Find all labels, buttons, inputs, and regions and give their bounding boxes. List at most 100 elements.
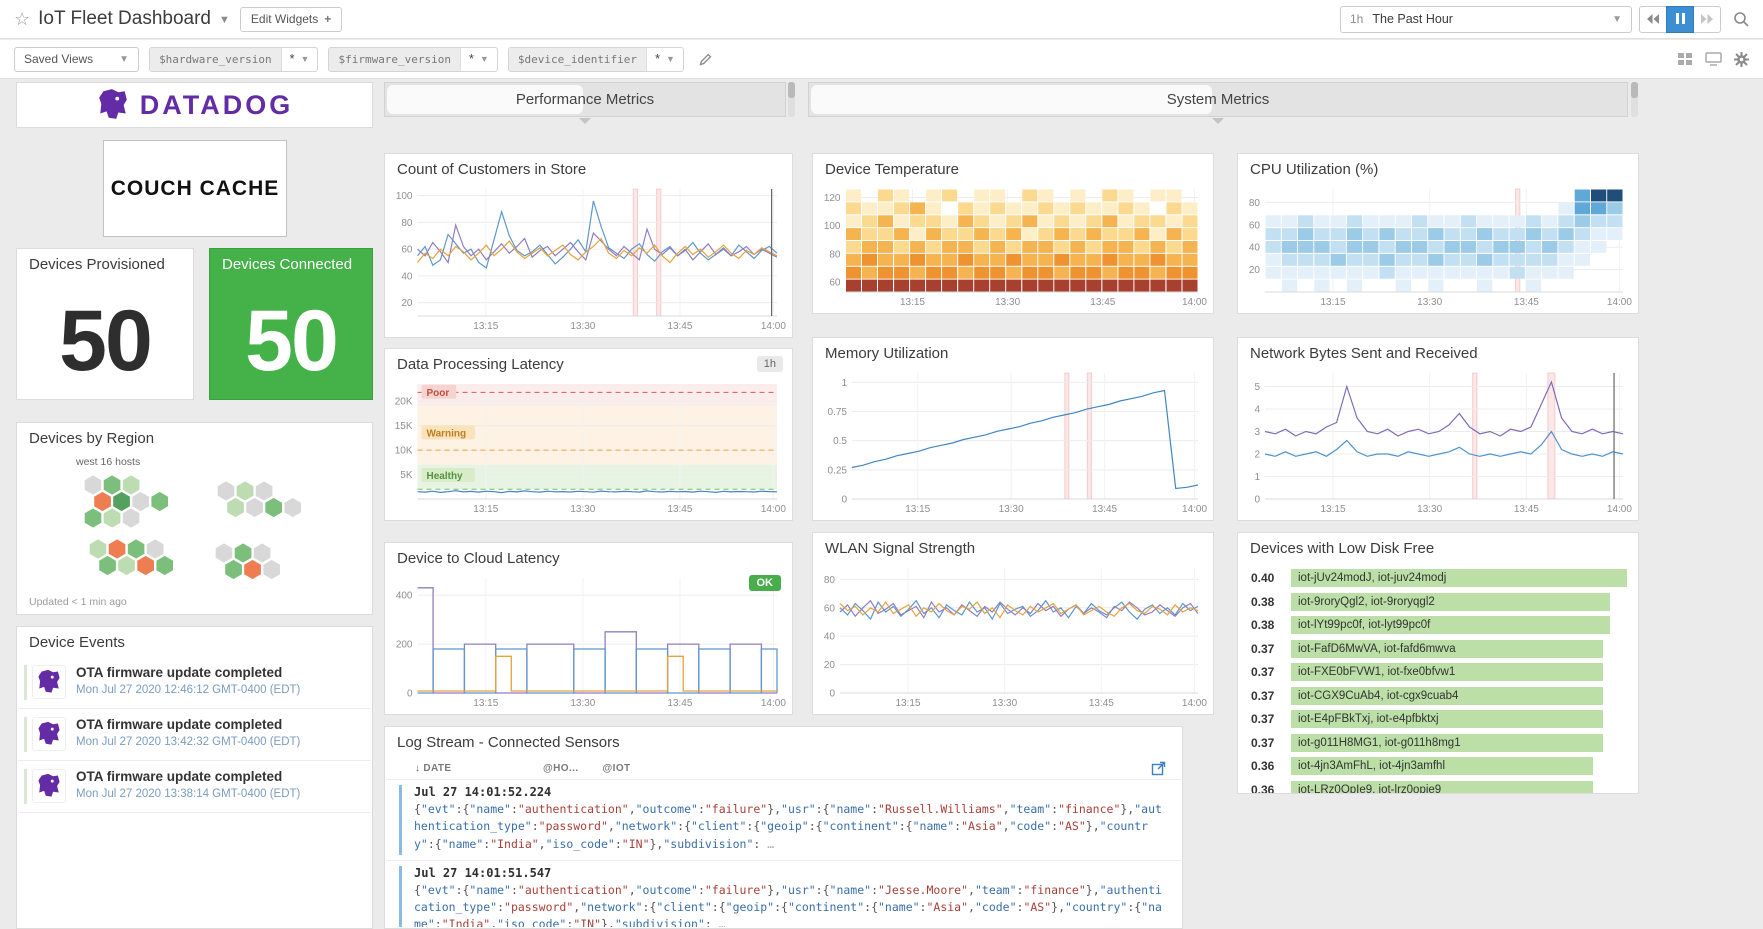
log-row[interactable]: Jul 27 14:01:52.224 {"evt":{"name":"auth… [386,779,1181,860]
host-hexagon[interactable] [234,543,252,563]
template-variable-device-identifier[interactable]: $device_identifier *▼ [508,47,684,72]
log-message: {"evt":{"name":"authentication","outcome… [414,801,1163,853]
group-scrollbar[interactable] [1631,82,1638,117]
magnifier-icon[interactable] [1733,11,1749,27]
toplist-bar[interactable]: iot-jUv24modJ, iot-juv24modj [1291,569,1627,587]
timeseries-chart[interactable]: 02040608013:1513:3013:4514:00 [814,562,1212,711]
host-hexagon[interactable] [99,555,117,575]
event-row[interactable]: OTA firmware update completed Mon Jul 27… [18,761,371,813]
host-hexagon[interactable] [225,559,243,579]
heatmap-chart[interactable]: 608010012013:1513:3013:4514:00 [814,183,1212,310]
toplist-bar[interactable]: iot-lYt99pc0f, iot-lyt99pc0f [1291,616,1610,634]
host-hexagon[interactable] [253,543,271,563]
event-row[interactable]: OTA firmware update completed Mon Jul 27… [18,709,371,761]
group-header-system-metrics[interactable]: System Metrics [808,82,1628,117]
host-hexagon[interactable] [94,491,112,511]
host-hexagon[interactable] [215,543,233,563]
host-hexagon[interactable] [122,475,140,495]
toplist-row[interactable]: 0.36 iot-LRz0OpIe9, iot-lrz0opie9 [1249,779,1627,794]
toplist-row[interactable]: 0.40 iot-jUv24modJ, iot-juv24modj [1249,568,1627,589]
open-in-log-explorer-icon[interactable] [1151,761,1166,776]
toplist-bar[interactable]: iot-4jn3AmFhL, iot-4jn3amfhl [1291,757,1593,775]
toplist-row[interactable]: 0.36 iot-4jn3AmFhL, iot-4jn3amfhl [1249,756,1627,777]
host-hexagon[interactable] [103,475,121,495]
toplist-bar[interactable]: iot-E4pFBkTxj, iot-e4pfbktxj [1291,710,1603,728]
host-hexagon[interactable] [284,497,302,517]
toplist-bar[interactable]: iot-FafD6MwVA, iot-fafd6mwva [1291,640,1603,658]
toplist-row[interactable]: 0.38 iot-9roryQgl2, iot-9roryqgl2 [1249,591,1627,612]
favorite-star-icon[interactable]: ☆ [14,9,30,30]
host-hexagon[interactable] [84,508,102,528]
host-hexagon[interactable] [217,481,235,501]
log-column-host[interactable]: @HO... [543,763,579,774]
timeseries-chart[interactable]: 2040608010013:1513:3013:4514:00 [386,183,791,334]
svg-text:80: 80 [824,575,836,586]
toplist-row[interactable]: 0.37 iot-FXE0bFVW1, iot-fxe0bfvw1 [1249,662,1627,683]
host-hexagon[interactable] [89,539,107,559]
host-hexagon[interactable] [255,481,273,501]
host-hexagon[interactable] [132,491,150,511]
widget-title: CPU Utilization (%) [1238,154,1638,181]
svg-text:40: 40 [401,271,413,282]
edit-widgets-button[interactable]: Edit Widgets + [240,7,342,32]
toplist-bar[interactable]: iot-LRz0OpIe9, iot-lrz0opie9 [1291,781,1593,795]
host-hexagon[interactable] [265,497,283,517]
toplist-row[interactable]: 0.37 iot-g011H8MG1, iot-g011h8mg1 [1249,732,1627,753]
host-hexagon[interactable] [227,497,245,517]
timeseries-chart[interactable]: 020040013:1513:3013:4514:00 [386,572,791,711]
dashboard-title-dropdown-icon[interactable]: ▼ [219,14,230,26]
toplist-bar[interactable]: iot-9roryQgl2, iot-9roryqgl2 [1291,593,1610,611]
toplist-row[interactable]: 0.38 iot-lYt99pc0f, iot-lyt99pc0f [1249,615,1627,636]
host-hexagon[interactable] [118,555,136,575]
heatmap-chart[interactable]: 2040608013:1513:3013:4514:00 [1239,183,1637,310]
group-header-performance-metrics[interactable]: Performance Metrics [384,82,786,117]
time-range-picker[interactable]: 1h The Past Hour ▼ [1340,6,1632,33]
host-hexagon[interactable] [122,508,140,528]
timeseries-chart[interactable]: 01234513:1513:3013:4514:00 [1239,367,1637,517]
host-hexagon[interactable] [103,508,121,528]
host-hexagon[interactable] [137,555,155,575]
host-hexagon[interactable] [108,539,126,559]
widget-count-of-customers: Count of Customers in Store 204060801001… [384,153,793,338]
toplist-row[interactable]: 0.37 iot-CGX9CuAb4, iot-cgx9cuab4 [1249,685,1627,706]
widget-device-temperature: Device Temperature 608010012013:1513:301… [812,153,1214,314]
host-hexagon[interactable] [146,539,164,559]
toplist-bar[interactable]: iot-FXE0bFVW1, iot-fxe0bfvw1 [1291,663,1603,681]
host-hexagon-map[interactable]: west 16 hosts [18,451,371,592]
host-hexagon[interactable] [246,497,264,517]
toplist-bar[interactable]: iot-CGX9CuAb4, iot-cgx9cuab4 [1291,687,1603,705]
variable-value: * [655,52,660,66]
host-hexagon[interactable] [151,491,169,511]
toplist-row[interactable]: 0.37 iot-FafD6MwVA, iot-fafd6mwva [1249,638,1627,659]
host-hexagon[interactable] [127,539,145,559]
grid-icon[interactable] [1677,52,1693,66]
host-hexagon[interactable] [263,559,281,579]
group-scrollbar[interactable] [788,82,795,117]
timeseries-chart[interactable]: 5K10K15K20K13:1513:3013:4514:00PoorWarni… [386,378,791,517]
event-row[interactable]: OTA firmware update completed Mon Jul 27… [18,657,371,709]
log-row[interactable]: Jul 27 14:01:51.547 {"evt":{"name":"auth… [386,860,1181,927]
svg-text:200: 200 [396,640,413,651]
host-hexagon[interactable] [113,491,131,511]
pause-button[interactable] [1666,6,1694,33]
host-hexagon[interactable] [236,481,254,501]
host-hexagon[interactable] [156,555,174,575]
host-hexagon[interactable] [84,475,102,495]
log-column-iot[interactable]: @IOT [603,763,631,774]
timeseries-chart[interactable]: 00.250.50.75113:1513:3013:4514:00 [814,367,1212,517]
toplist-bar[interactable]: iot-g011H8MG1, iot-g011h8mg1 [1291,734,1603,752]
time-forward-button[interactable] [1693,6,1721,33]
tv-screen-icon[interactable] [1705,52,1722,66]
gear-icon[interactable] [1734,52,1749,67]
time-backward-button[interactable] [1639,6,1667,33]
edit-variables-pencil-icon[interactable] [698,52,713,67]
log-column-date[interactable]: ↓DATE [415,763,543,774]
host-hexagon[interactable] [244,559,262,579]
saved-views-dropdown[interactable]: Saved Views ▼ [14,47,139,72]
template-variable-hardware-version[interactable]: $hardware_version *▼ [149,47,318,72]
toplist-row[interactable]: 0.37 iot-E4pFBkTxj, iot-e4pfbktxj [1249,709,1627,730]
svg-text:0: 0 [1254,495,1260,506]
widget-devices-provisioned: Devices Provisioned 50 [16,248,194,400]
chevron-down-icon: ▼ [119,54,129,65]
template-variable-firmware-version[interactable]: $firmware_version *▼ [328,47,497,72]
